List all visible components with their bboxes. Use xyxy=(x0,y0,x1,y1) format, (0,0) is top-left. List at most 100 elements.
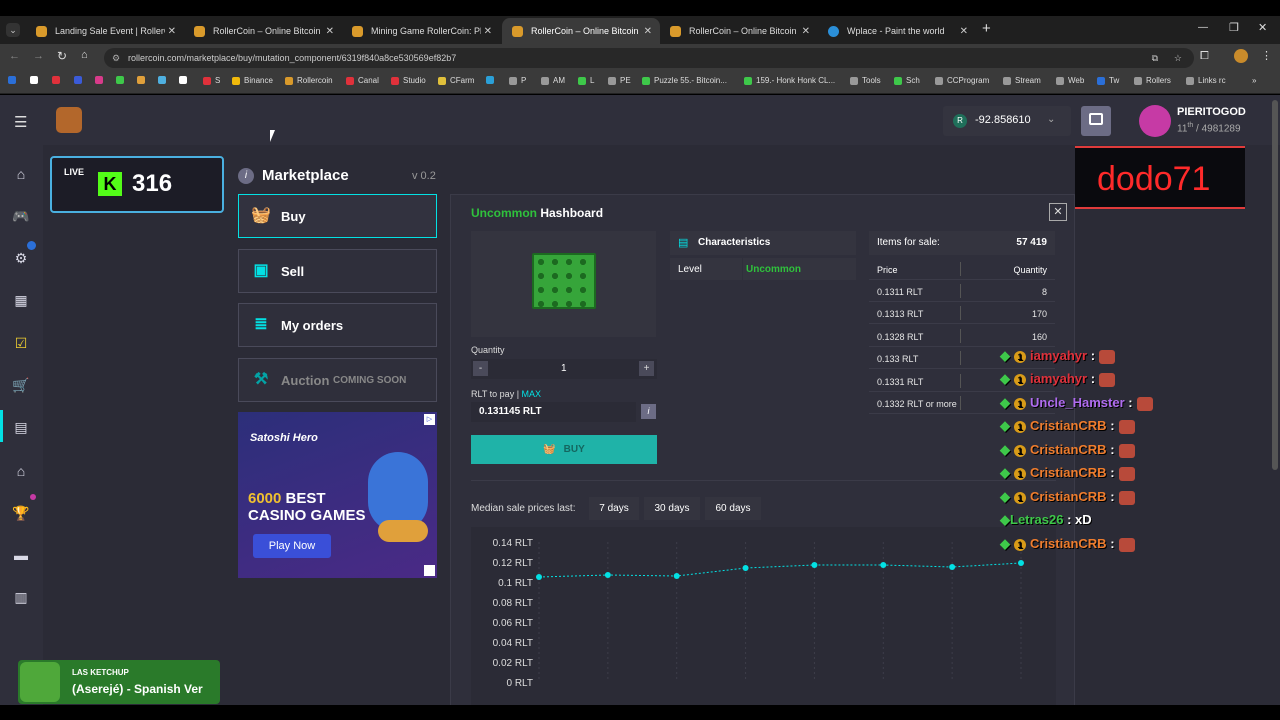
ad-choices-icon[interactable]: ▷ xyxy=(424,414,435,425)
bookmark-folder-links-rc[interactable]: Links rc xyxy=(1186,76,1226,85)
data-point[interactable] xyxy=(536,574,542,580)
bookmark-sch[interactable]: Sch xyxy=(894,76,920,85)
marketplace-nav-icon[interactable]: ▤ xyxy=(12,419,30,435)
tab-rollercoin-1[interactable]: RollerCoin – Online Bitcoin Min✕ xyxy=(184,18,342,44)
sell-button[interactable]: ▣ Sell xyxy=(238,249,437,293)
casino-ad[interactable]: Satoshi Hero 6000 BEST CASINO GAMES Play… xyxy=(238,412,437,578)
balance-selector[interactable]: R -92.858610 ⌄ xyxy=(943,106,1071,136)
page-scrollbar[interactable] xyxy=(1272,100,1278,470)
tab-landing-sale[interactable]: Landing Sale Event | RollerCoin✕ xyxy=(26,18,184,44)
data-point[interactable] xyxy=(604,572,611,578)
bookmark-folder-tools[interactable]: Tools xyxy=(850,76,881,85)
quantity-value[interactable]: 1 xyxy=(561,363,567,374)
restore-icon[interactable]: ❐ xyxy=(1229,21,1239,34)
bookmark-folder-web[interactable]: Web xyxy=(1056,76,1084,85)
close-tab-icon[interactable]: ✕ xyxy=(960,26,968,37)
tab-60-days[interactable]: 60 days xyxy=(705,497,761,520)
bookmark-icon-1[interactable] xyxy=(8,76,20,84)
install-app-icon[interactable]: ⧉ xyxy=(1152,48,1158,68)
events-nav-icon[interactable]: ▦ xyxy=(12,292,30,308)
wallet-button[interactable] xyxy=(1081,106,1111,136)
home-icon[interactable]: ⌂ xyxy=(81,49,88,61)
info-icon[interactable]: i xyxy=(238,168,254,184)
bookmark-icon-2[interactable] xyxy=(30,76,42,84)
rank-nav-icon[interactable]: ▬ xyxy=(12,547,30,563)
data-point[interactable] xyxy=(880,562,887,568)
bookmark-rollercoin[interactable]: Rollercoin xyxy=(285,76,333,85)
bookmark-x-icon[interactable] xyxy=(179,76,191,84)
bookmark-icon-3[interactable] xyxy=(52,76,64,84)
home-nav-icon[interactable]: ⌂ xyxy=(12,166,30,182)
bookmark-tw[interactable]: Tw xyxy=(1097,76,1119,85)
bookmark-binance[interactable]: Binance xyxy=(232,76,273,85)
rlt-to-pay-field[interactable]: 0.131145 RLT xyxy=(471,402,636,422)
address-bar[interactable]: ⚙ rollercoin.com/marketplace/buy/mutatio… xyxy=(104,48,1194,68)
bookmark-icon-8[interactable] xyxy=(158,76,170,84)
bookmark-pe[interactable]: PE xyxy=(608,76,631,85)
tab-search-icon[interactable]: ⌄ xyxy=(6,23,20,37)
back-icon[interactable]: ← xyxy=(9,50,20,62)
extensions-icon[interactable]: ⧠ xyxy=(1200,50,1209,63)
bookmark-star-icon[interactable]: ☆ xyxy=(1174,48,1182,68)
data-point[interactable] xyxy=(742,565,749,571)
close-tab-icon[interactable]: ✕ xyxy=(802,26,810,37)
close-tab-icon[interactable]: ✕ xyxy=(168,26,176,37)
bookmark-folder-rollers[interactable]: Rollers xyxy=(1134,76,1171,85)
games-nav-icon[interactable]: 🎮 xyxy=(12,208,30,224)
order-row[interactable]: 0.1313 RLT 170 xyxy=(869,303,1055,324)
profile-avatar[interactable] xyxy=(1234,49,1248,63)
storage-nav-icon[interactable]: ⌂ xyxy=(12,463,30,479)
username[interactable]: PIERITOGOD xyxy=(1177,106,1246,118)
browser-menu-icon[interactable]: ⋮ xyxy=(1261,49,1272,62)
data-point[interactable] xyxy=(1018,560,1024,566)
tab-7-days[interactable]: 7 days xyxy=(589,497,639,520)
shop-nav-icon[interactable]: 🛒 xyxy=(12,377,30,393)
reload-icon[interactable]: ↻ xyxy=(57,49,67,63)
tab-rollercoin-2[interactable]: RollerCoin – Online Bitcoin Min✕ xyxy=(660,18,818,44)
data-point[interactable] xyxy=(949,564,956,570)
user-avatar[interactable] xyxy=(1139,105,1171,137)
bookmark-telegram-icon[interactable] xyxy=(486,76,498,84)
minimize-icon[interactable]: — xyxy=(1198,22,1208,33)
bookmark-folder-ccprogram[interactable]: CCProgram xyxy=(935,76,989,85)
bookmark-l[interactable]: L xyxy=(578,76,594,85)
pay-info-icon[interactable]: i xyxy=(641,404,656,419)
bookmark-honk[interactable]: 159.- Honk Honk CL... xyxy=(744,76,835,85)
decrease-button[interactable]: - xyxy=(473,361,488,376)
close-tab-icon[interactable]: ✕ xyxy=(484,26,492,37)
bookmark-folder-stream[interactable]: Stream xyxy=(1003,76,1041,85)
buy-button[interactable]: 🧺 Buy xyxy=(238,194,437,238)
bookmark-folder-am[interactable]: AM xyxy=(541,76,565,85)
data-point[interactable] xyxy=(811,562,818,568)
buy-item-button[interactable]: 🧺 BUY xyxy=(471,435,657,464)
tab-wplace[interactable]: Wplace - Paint the world ✕ xyxy=(818,18,976,44)
increase-button[interactable]: + xyxy=(639,361,654,376)
close-tab-icon[interactable]: ✕ xyxy=(644,26,652,37)
bookmark-s[interactable]: S xyxy=(203,76,220,85)
play-now-button[interactable]: Play Now xyxy=(253,534,331,558)
site-info-icon[interactable]: ⚙ xyxy=(112,48,120,68)
tab-30-days[interactable]: 30 days xyxy=(644,497,700,520)
my-orders-button[interactable]: ≣ My orders xyxy=(238,303,437,347)
rollercoin-logo[interactable] xyxy=(56,107,82,133)
max-link[interactable]: MAX xyxy=(522,389,542,399)
hamburger-menu-icon[interactable]: ☰ xyxy=(14,113,27,131)
forward-icon[interactable]: → xyxy=(33,50,44,62)
bookmark-icon-7[interactable] xyxy=(137,76,149,84)
bookmark-icon-4[interactable] xyxy=(74,76,86,84)
order-row[interactable]: 0.1311 RLT 8 xyxy=(869,281,1055,302)
close-panel-button[interactable]: ✕ xyxy=(1049,203,1067,221)
quantity-stepper[interactable]: - 1 + xyxy=(471,359,657,379)
miners-nav-icon[interactable]: ⚙ xyxy=(12,250,30,266)
bookmark-studio[interactable]: Studio xyxy=(391,76,426,85)
tasks-nav-icon[interactable]: ☑ xyxy=(12,335,30,351)
bookmark-puzzle-55[interactable]: Puzzle 55.- Bitcoin... xyxy=(642,76,727,85)
close-window-icon[interactable]: ✕ xyxy=(1258,21,1267,34)
bookmark-canal[interactable]: Canal xyxy=(346,76,379,85)
trophy-nav-icon[interactable]: 🏆 xyxy=(12,505,30,521)
more-bookmarks-icon[interactable]: » xyxy=(1252,76,1256,85)
data-point[interactable] xyxy=(673,573,680,579)
bookmark-cfarm[interactable]: CFarm xyxy=(438,76,474,85)
new-tab-icon[interactable]: + xyxy=(982,20,991,37)
tab-mining-game[interactable]: Mining Game RollerCoin: Play F✕ xyxy=(342,18,500,44)
